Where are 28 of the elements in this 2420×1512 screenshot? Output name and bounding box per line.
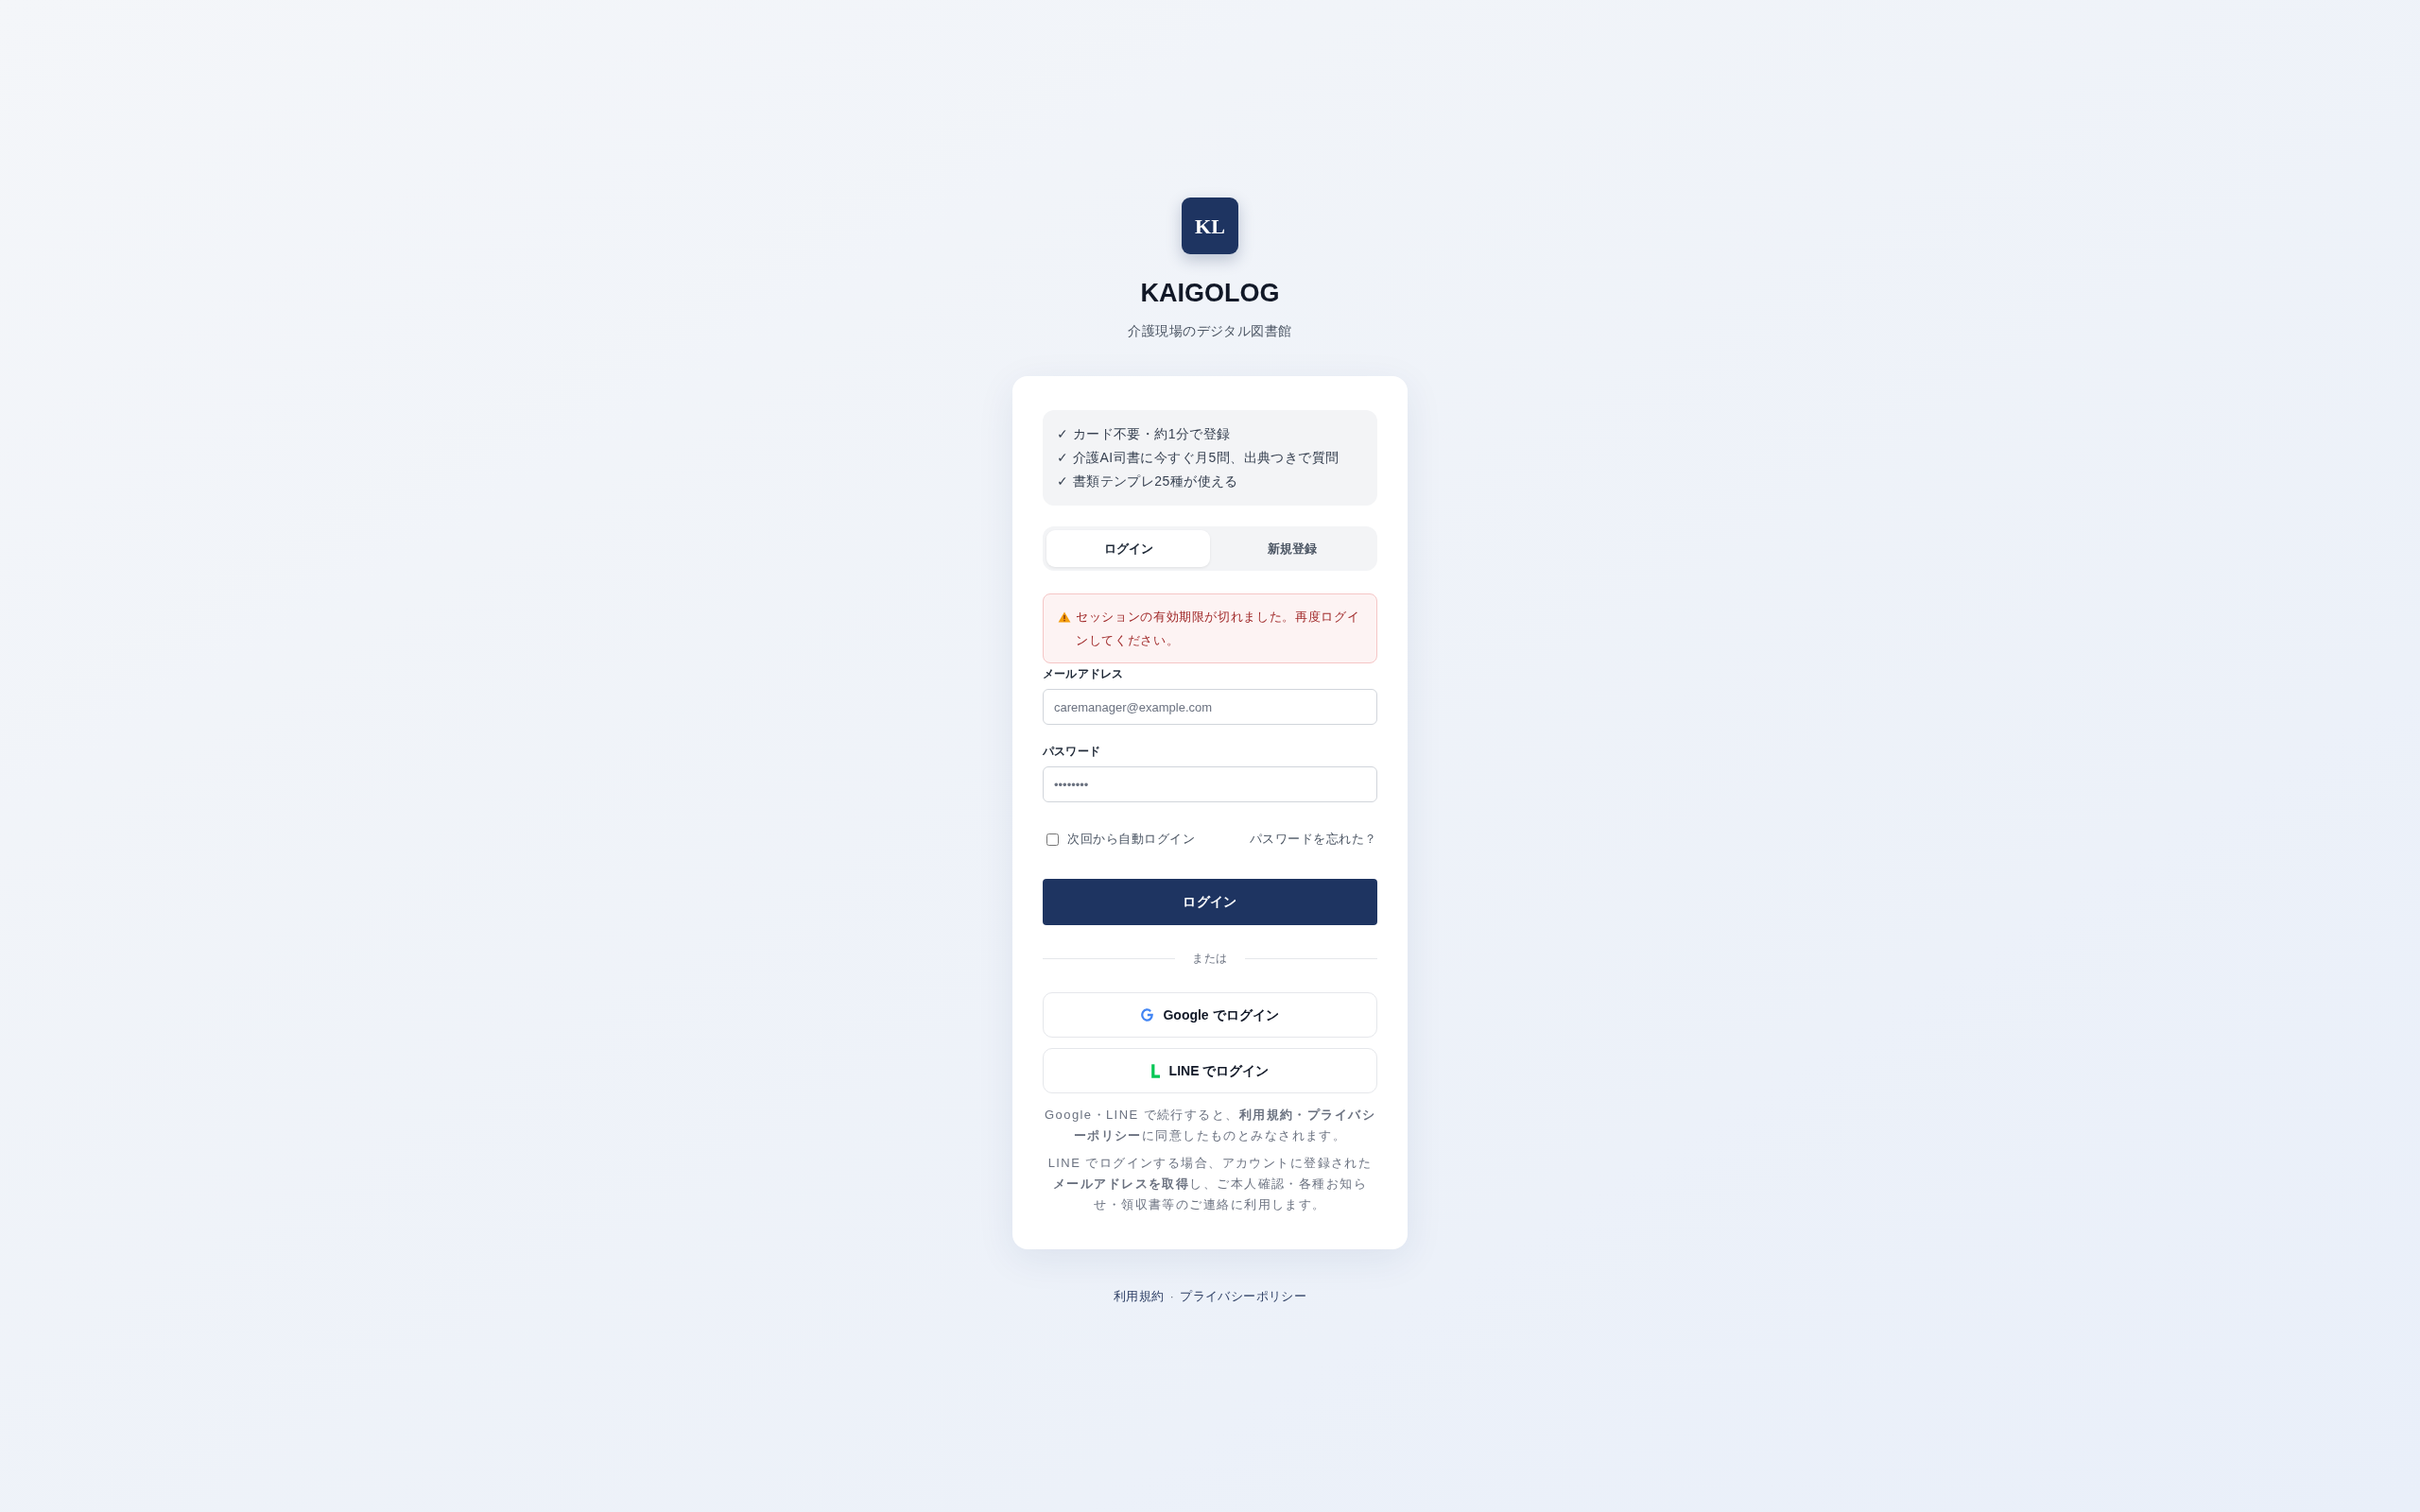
link-separator: ·	[1169, 1288, 1175, 1305]
social-login-button[interactable]: LINE でログイン	[1043, 1048, 1377, 1093]
checkbox[interactable]	[1046, 833, 1059, 846]
footer-link[interactable]: 利用規約	[1113, 1287, 1165, 1306]
input-field[interactable]: caremanager@example.com	[1043, 689, 1377, 725]
warning-icon	[1058, 611, 1071, 623]
input-field[interactable]: ••••••••	[1043, 766, 1377, 802]
alert-message: セッションの有効期限が切れました。再度ログインしてください。	[1076, 609, 1361, 649]
feature-item: ✓ 介護AI司書に今すぐ月5問、出典つきで質問	[1057, 449, 1340, 467]
field-label: パスワード	[1043, 744, 1102, 759]
tagline: 介護現場のデジタル図書館	[1128, 322, 1292, 340]
social-login-button[interactable]: Google でログイン	[1043, 992, 1377, 1038]
checkbox-label: 次回から自動ログイン	[1067, 831, 1196, 849]
l-logo-icon	[1150, 1063, 1160, 1078]
field-label: メールアドレス	[1043, 666, 1125, 681]
login-button[interactable]: ログイン	[1043, 879, 1377, 925]
app-title: KAIGOLOG	[1140, 278, 1280, 309]
feature-item: ✓ カード不要・約1分で登録	[1057, 425, 1232, 443]
footer-link[interactable]: プライバシーポリシー	[1180, 1287, 1307, 1306]
divider-label: または	[1191, 951, 1229, 966]
tab[interactable]: 新規登録	[1210, 530, 1374, 567]
logo: KL	[1182, 198, 1238, 254]
g-logo-icon	[1141, 1008, 1154, 1022]
forgot-password-link[interactable]: パスワードを忘れた？	[1249, 830, 1377, 849]
consent-note: LINE でログインする場合、アカウントに登録されたメールアドレスを取得し、ご本人確認・各種お知らせ・領収書等のご連絡に利用します。	[1046, 1155, 1374, 1213]
feature-item: ✓ 書類テンプレ25種が使える	[1057, 472, 1239, 490]
consent-note: Google・LINE で続行すると、利用規約・プライバシーポリシーに同意したものとみなされます。	[1044, 1107, 1376, 1144]
tab[interactable]: ログイン	[1046, 530, 1210, 567]
